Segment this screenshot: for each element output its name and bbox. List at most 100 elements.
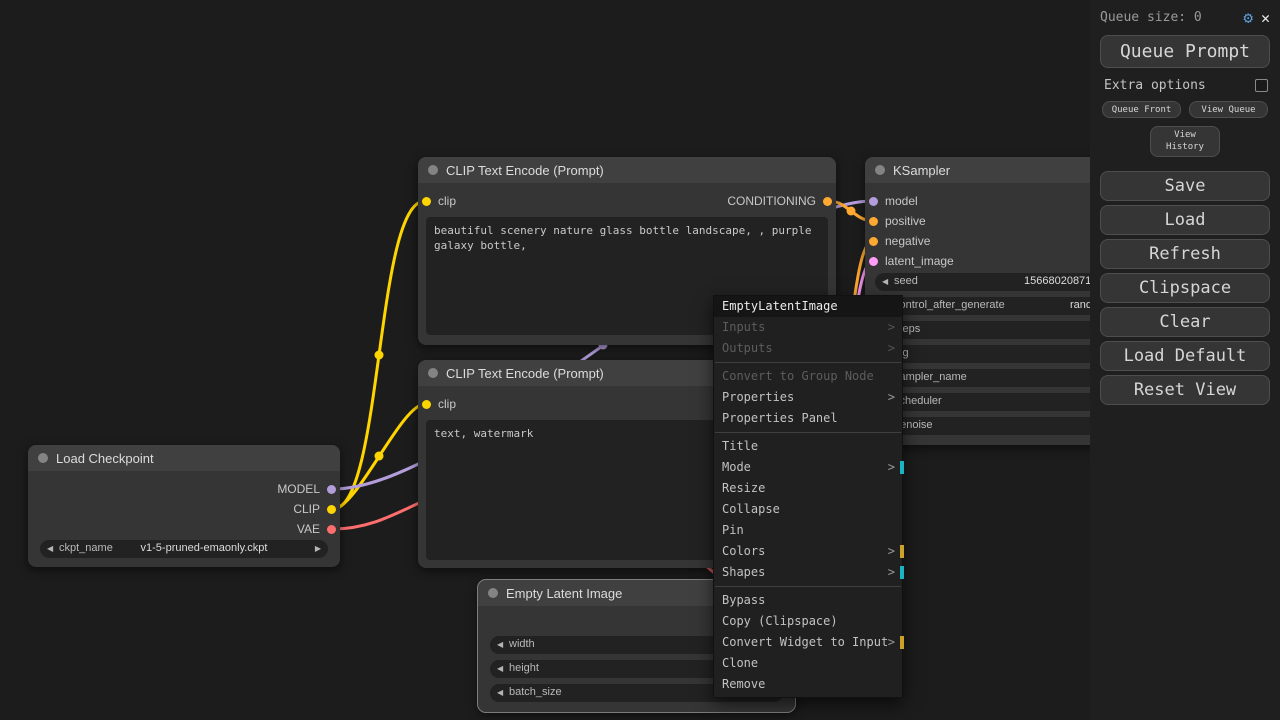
node-title: CLIP Text Encode (Prompt) <box>446 162 604 178</box>
menu-separator <box>715 362 901 363</box>
menu-item-resize[interactable]: Resize <box>714 478 902 499</box>
menu-item-shapes[interactable]: Shapes > <box>714 562 904 583</box>
output-conditioning[interactable]: CONDITIONING <box>727 194 836 208</box>
input-positive[interactable]: positive <box>865 214 926 228</box>
arrow-left-icon[interactable]: ◀ <box>497 640 503 649</box>
clip-port-icon[interactable] <box>422 399 431 409</box>
menu-item-remove[interactable]: Remove <box>714 674 902 695</box>
submenu-arrow-icon: > <box>887 320 895 334</box>
context-menu-title: EmptyLatentImage <box>714 296 902 317</box>
port-label: clip <box>438 194 457 208</box>
collapse-dot-icon[interactable] <box>488 588 498 598</box>
submenu-arrow-icon: > <box>887 565 895 579</box>
node-load-checkpoint[interactable]: Load Checkpoint MODEL CLIP VAE ◀ ckpt_na… <box>28 445 340 567</box>
widget-value: 15668020871 <box>1024 275 1092 287</box>
ckpt-name-widget[interactable]: ◀ ckpt_name v1-5-pruned-emaonly.ckpt ▶ <box>40 540 328 558</box>
menu-item-mode[interactable]: Mode > <box>714 457 904 478</box>
queue-size-label: Queue size: 0 <box>1100 10 1202 25</box>
node-title: Load Checkpoint <box>56 450 154 466</box>
model-port-icon[interactable] <box>869 196 878 206</box>
load-default-button[interactable]: Load Default <box>1100 341 1270 372</box>
collapse-dot-icon[interactable] <box>38 453 48 463</box>
output-clip[interactable]: CLIP <box>293 502 340 516</box>
arrow-left-icon[interactable]: ◀ <box>47 544 53 553</box>
menu-item-collapse[interactable]: Collapse <box>714 499 902 520</box>
submenu-mark <box>900 566 904 579</box>
widget-value: v1-5-pruned-emaonly.ckpt <box>140 542 268 554</box>
submenu-mark <box>900 636 904 649</box>
input-model[interactable]: model <box>865 194 918 208</box>
arrow-left-icon[interactable]: ◀ <box>497 664 503 673</box>
menu-item-copy-clipspace[interactable]: Copy (Clipspace) <box>714 611 902 632</box>
menu-item-convert-widget-to-input[interactable]: Convert Widget to Input > <box>714 632 904 653</box>
context-menu: EmptyLatentImage Inputs > Outputs > Conver… <box>713 295 904 698</box>
input-clip[interactable]: clip <box>418 194 456 208</box>
extra-options-label: Extra options <box>1104 78 1206 93</box>
input-clip[interactable]: clip <box>418 397 456 411</box>
port-label: CONDITIONING <box>727 194 816 208</box>
port-label: CLIP <box>293 502 320 516</box>
clip-port-icon[interactable] <box>327 504 336 514</box>
submenu-arrow-icon: > <box>887 544 895 558</box>
clipspace-button[interactable]: Clipspace <box>1100 273 1270 304</box>
widget-label: control_after_generate <box>894 299 1005 311</box>
menu-item-pin[interactable]: Pin <box>714 520 902 541</box>
vae-port-icon[interactable] <box>327 524 336 534</box>
arrow-left-icon[interactable]: ◀ <box>497 688 503 697</box>
comfy-menu-panel: Queue size: 0 ⚙ ✕ Queue Prompt Extra opt… <box>1090 0 1280 720</box>
port-label: VAE <box>296 522 320 536</box>
model-port-icon[interactable] <box>327 484 336 494</box>
collapse-dot-icon[interactable] <box>875 165 885 175</box>
view-queue-button[interactable]: View Queue <box>1189 101 1268 118</box>
clip-port-icon[interactable] <box>422 196 431 206</box>
submenu-arrow-icon: > <box>887 341 895 355</box>
refresh-button[interactable]: Refresh <box>1100 239 1270 270</box>
menu-item-bypass[interactable]: Bypass <box>714 590 902 611</box>
node-titlebar[interactable]: CLIP Text Encode (Prompt) <box>418 157 836 183</box>
comfyui-canvas[interactable]: Load Checkpoint MODEL CLIP VAE ◀ ckpt_na… <box>0 0 1280 720</box>
link-dot <box>374 350 384 360</box>
widget-label: height <box>509 662 539 674</box>
menu-separator <box>715 432 901 433</box>
close-icon[interactable]: ✕ <box>1261 9 1270 27</box>
reset-view-button[interactable]: Reset View <box>1100 375 1270 406</box>
arrow-left-icon[interactable]: ◀ <box>882 277 888 286</box>
port-label: latent_image <box>885 254 954 268</box>
port-label: positive <box>885 214 926 228</box>
queue-front-button[interactable]: Queue Front <box>1102 101 1181 118</box>
latent-port-icon[interactable] <box>869 256 878 266</box>
menu-item-clone[interactable]: Clone <box>714 653 902 674</box>
output-vae[interactable]: VAE <box>297 522 340 536</box>
port-label: clip <box>438 397 457 411</box>
submenu-mark <box>900 461 904 474</box>
menu-item-properties-panel[interactable]: Properties Panel <box>714 408 902 429</box>
menu-item-outputs: Outputs > <box>714 338 902 359</box>
node-titlebar[interactable]: Load Checkpoint <box>28 445 340 471</box>
clear-button[interactable]: Clear <box>1100 307 1270 338</box>
menu-item-title[interactable]: Title <box>714 436 902 457</box>
input-negative[interactable]: negative <box>865 234 930 248</box>
conditioning-port-icon[interactable] <box>869 236 878 246</box>
menu-separator <box>715 586 901 587</box>
input-latent-image[interactable]: latent_image <box>865 254 954 268</box>
menu-item-colors[interactable]: Colors > <box>714 541 904 562</box>
menu-item-properties[interactable]: Properties > <box>714 387 902 408</box>
widget-label: batch_size <box>509 686 562 698</box>
view-history-button[interactable]: View History <box>1150 126 1220 158</box>
port-label: negative <box>885 234 931 248</box>
submenu-arrow-icon: > <box>887 390 895 404</box>
collapse-dot-icon[interactable] <box>428 368 438 378</box>
settings-gear-icon[interactable]: ⚙ <box>1243 8 1253 27</box>
load-button[interactable]: Load <box>1100 205 1270 236</box>
save-button[interactable]: Save <box>1100 171 1270 202</box>
submenu-mark <box>900 545 904 558</box>
arrow-right-icon[interactable]: ▶ <box>315 544 321 553</box>
extra-options-checkbox[interactable] <box>1255 79 1268 92</box>
link-dot <box>846 206 856 216</box>
collapse-dot-icon[interactable] <box>428 165 438 175</box>
queue-prompt-button[interactable]: Queue Prompt <box>1100 35 1270 68</box>
output-model[interactable]: MODEL <box>277 482 340 496</box>
conditioning-port-icon[interactable] <box>823 196 832 206</box>
conditioning-port-icon[interactable] <box>869 216 878 226</box>
port-label: model <box>885 194 918 208</box>
